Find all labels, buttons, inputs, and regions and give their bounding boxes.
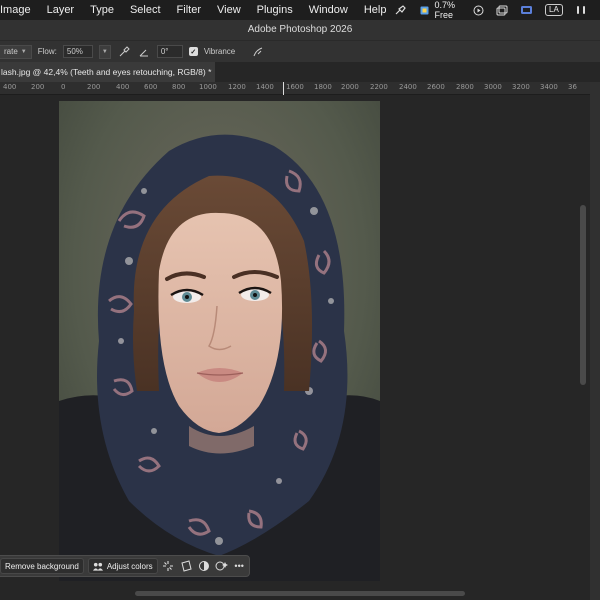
menu-select[interactable]: Select bbox=[122, 0, 169, 20]
app-title: Adobe Photoshop 2026 bbox=[247, 24, 353, 35]
flow-value: 50% bbox=[66, 47, 83, 56]
ruler-label: 1800 bbox=[314, 83, 332, 91]
document-photo[interactable] bbox=[59, 101, 380, 581]
tool-options-bar: rate ▼ Flow: 50% ▼ 0° ✓ Vibrance bbox=[0, 40, 600, 62]
ruler-label: 2800 bbox=[456, 83, 474, 91]
play-circle-icon[interactable] bbox=[473, 5, 484, 16]
adjust-people-icon bbox=[92, 558, 103, 574]
airbrush-icon[interactable] bbox=[117, 45, 131, 59]
ruler-cursor-marker bbox=[283, 82, 284, 95]
menu-help[interactable]: Help bbox=[356, 0, 395, 20]
ruler-label: 36 bbox=[568, 83, 577, 91]
ruler-label: 0 bbox=[61, 83, 66, 91]
ruler-label: 2000 bbox=[341, 83, 359, 91]
remove-background-label: Remove background bbox=[5, 561, 79, 571]
ruler-label: 2400 bbox=[399, 83, 417, 91]
contrast-icon[interactable] bbox=[197, 558, 211, 574]
adjust-colors-label: Adjust colors bbox=[106, 561, 153, 571]
angle-value: 0° bbox=[160, 47, 169, 56]
more-options-icon[interactable]: ••• bbox=[232, 558, 246, 574]
document-tab[interactable]: lash.jpg @ 42,4% (Teeth and eyes retouch… bbox=[0, 62, 215, 82]
ruler-label: 200 bbox=[87, 83, 101, 91]
horizontal-scrollbar[interactable] bbox=[0, 587, 590, 600]
menu-image[interactable]: Image bbox=[0, 0, 39, 20]
flow-dropdown[interactable]: ▼ bbox=[98, 44, 111, 59]
angle-icon bbox=[137, 45, 151, 59]
ruler-label: 800 bbox=[172, 83, 186, 91]
ruler-label: 2200 bbox=[370, 83, 388, 91]
ruler-label: 400 bbox=[3, 83, 17, 91]
vibrance-checkbox[interactable]: ✓ bbox=[188, 47, 198, 56]
vertical-scrollbar[interactable] bbox=[577, 95, 590, 587]
flow-label: Flow: bbox=[37, 47, 57, 56]
horizontal-scroll-thumb[interactable] bbox=[135, 591, 465, 596]
input-source-badge[interactable]: LA bbox=[545, 4, 563, 16]
right-panel-edge bbox=[590, 82, 600, 600]
airpods-icon[interactable] bbox=[575, 5, 587, 16]
document-tab-bar: lash.jpg @ 42,4% (Teeth and eyes retouch… bbox=[0, 62, 600, 82]
canvas-area[interactable] bbox=[0, 95, 577, 587]
document-tab-title: lash.jpg @ 42,4% (Teeth and eyes retouch… bbox=[1, 67, 212, 77]
status-tray: 0.7% Free LA bbox=[394, 0, 600, 20]
vibrance-label: Vibrance bbox=[203, 47, 236, 56]
memory-label: 0.7% Free bbox=[434, 0, 455, 20]
mode-select[interactable]: rate ▼ bbox=[0, 44, 32, 59]
memory-indicator[interactable]: 0.7% Free bbox=[419, 0, 461, 20]
generative-fill-icon[interactable] bbox=[215, 558, 229, 574]
mode-value: rate bbox=[4, 47, 18, 56]
ruler-label: 400 bbox=[116, 83, 130, 91]
menu-plugins[interactable]: Plugins bbox=[249, 0, 301, 20]
ruler-label: 1600 bbox=[286, 83, 304, 91]
crop-icon[interactable] bbox=[179, 558, 193, 574]
ruler-label: 600 bbox=[144, 83, 158, 91]
ruler-label: 1400 bbox=[256, 83, 274, 91]
ruler-label: 1200 bbox=[228, 83, 246, 91]
ruler-label: 3000 bbox=[484, 83, 502, 91]
menu-view[interactable]: View bbox=[209, 0, 249, 20]
ruler-label: 1000 bbox=[199, 83, 217, 91]
brush-tray-icon[interactable] bbox=[394, 4, 407, 16]
remove-background-button[interactable]: Remove background bbox=[0, 558, 84, 574]
magic-select-icon[interactable] bbox=[162, 558, 176, 574]
portrait-illustration bbox=[59, 101, 380, 581]
menu-layer[interactable]: Layer bbox=[39, 0, 83, 20]
flow-field[interactable]: 50% bbox=[62, 45, 93, 58]
app-title-bar: Adobe Photoshop 2026 bbox=[0, 20, 600, 40]
menu-type[interactable]: Type bbox=[82, 0, 122, 20]
ruler-label: 3200 bbox=[512, 83, 530, 91]
horizontal-ruler: 400 200 0 200 400 600 800 1000 1200 1400… bbox=[0, 82, 600, 95]
menu-window[interactable]: Window bbox=[301, 0, 356, 20]
memory-chip-icon bbox=[419, 5, 430, 16]
chevron-down-icon: ▼ bbox=[101, 48, 108, 55]
window-stack-icon[interactable] bbox=[496, 5, 508, 16]
pressure-icon[interactable] bbox=[251, 45, 265, 59]
angle-field[interactable]: 0° bbox=[156, 45, 183, 58]
menu-bar: Image Layer Type Select Filter View Plug… bbox=[0, 0, 600, 20]
menu-filter[interactable]: Filter bbox=[169, 0, 209, 20]
adjust-colors-button[interactable]: Adjust colors bbox=[87, 558, 158, 574]
vertical-scroll-thumb[interactable] bbox=[580, 205, 586, 385]
chevron-down-icon: ▼ bbox=[20, 48, 27, 55]
ruler-label: 200 bbox=[31, 83, 45, 91]
ruler-label: 3400 bbox=[540, 83, 558, 91]
contextual-task-bar: Remove background Adjust colors ••• bbox=[0, 555, 250, 577]
screen-mirror-icon[interactable] bbox=[520, 5, 533, 16]
ruler-label: 2600 bbox=[427, 83, 445, 91]
